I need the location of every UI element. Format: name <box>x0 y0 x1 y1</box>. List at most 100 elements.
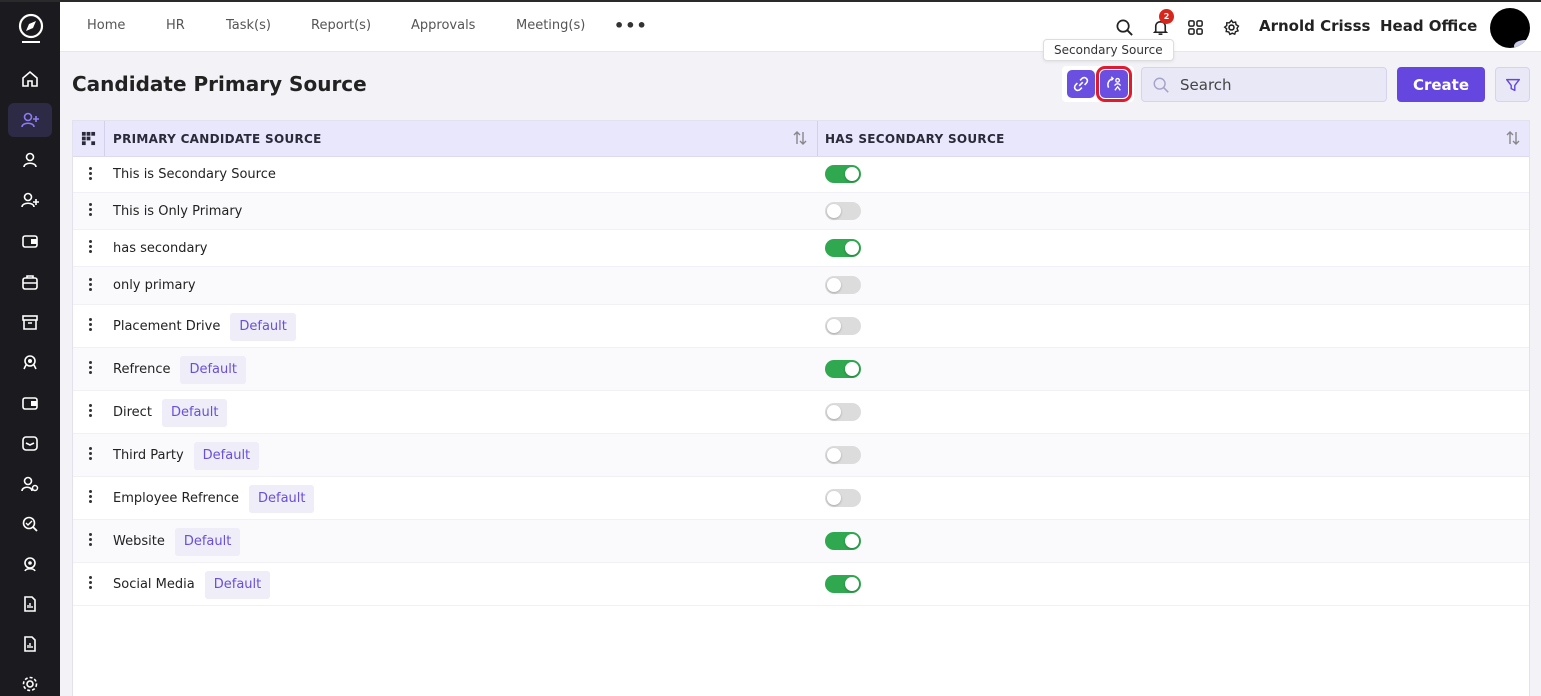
sidebar-document-icon[interactable] <box>8 627 52 661</box>
has-secondary-toggle[interactable] <box>825 165 861 183</box>
row-label: Placement Drive <box>113 318 221 334</box>
row-actions-icon[interactable] <box>85 275 95 293</box>
row-actions-icon[interactable] <box>85 531 95 549</box>
sidebar-search-user-icon[interactable] <box>8 507 52 541</box>
top-bar: Home HR Task(s) Report(s) Approvals Meet… <box>60 2 1541 52</box>
table-row[interactable]: Social Media Default <box>73 563 1529 606</box>
table-row[interactable]: Direct Default <box>73 391 1529 434</box>
table-row[interactable]: Placement Drive Default <box>73 305 1529 348</box>
table-row[interactable]: Refrence Default <box>73 348 1529 391</box>
app-logo-icon[interactable] <box>16 12 46 44</box>
has-secondary-toggle[interactable] <box>825 359 861 378</box>
create-button[interactable]: Create <box>1397 67 1485 102</box>
has-secondary-toggle[interactable] <box>825 574 861 593</box>
page-title: Candidate Primary Source <box>72 72 367 96</box>
default-badge: Default <box>193 441 260 470</box>
sidebar <box>0 2 60 696</box>
sidebar-user-settings-icon[interactable] <box>8 467 52 501</box>
has-secondary-toggle[interactable] <box>825 445 861 464</box>
column-settings-icon[interactable] <box>73 121 105 156</box>
row-actions-icon[interactable] <box>85 445 95 463</box>
default-badge: Default <box>230 312 296 341</box>
sidebar-settings-icon[interactable] <box>8 667 52 696</box>
sidebar-user-icon[interactable] <box>8 143 52 177</box>
row-label: only primary <box>113 278 196 293</box>
sidebar-add-user-icon[interactable] <box>8 183 52 217</box>
row-actions-icon[interactable] <box>85 316 95 334</box>
row-label: has secondary <box>113 240 208 256</box>
row-actions-icon[interactable] <box>85 238 95 256</box>
office-name[interactable]: Head Office <box>1380 17 1477 35</box>
nav-tasks[interactable]: Task(s) <box>226 18 271 33</box>
row-label: Employee Refrence <box>113 490 239 506</box>
table-row[interactable]: has secondary <box>73 230 1529 267</box>
sidebar-headset-icon[interactable] <box>8 547 52 581</box>
default-badge: Default <box>204 570 271 599</box>
table-row[interactable]: Website Default <box>73 520 1529 563</box>
search-icon[interactable] <box>1113 16 1135 38</box>
gear-icon[interactable] <box>1220 16 1242 38</box>
table-header: PRIMARY CANDIDATE SOURCE HAS SECONDARY S… <box>73 121 1529 157</box>
sidebar-archive-icon[interactable] <box>8 305 52 339</box>
row-actions-icon[interactable] <box>85 201 95 219</box>
has-secondary-toggle[interactable] <box>825 531 861 550</box>
column-header-has-secondary[interactable]: HAS SECONDARY SOURCE <box>825 132 1005 146</box>
secondary-source-button[interactable] <box>1096 66 1132 102</box>
table-row[interactable]: only primary <box>73 267 1529 305</box>
nav-more-icon[interactable]: ••• <box>614 16 648 35</box>
sidebar-award-icon[interactable] <box>8 345 52 379</box>
filter-icon <box>1505 78 1520 91</box>
table-row[interactable]: This is Only Primary <box>73 193 1529 230</box>
nav-meetings[interactable]: Meeting(s) <box>516 18 585 33</box>
default-badge: Default <box>174 527 241 556</box>
tooltip-secondary-source: Secondary Source <box>1043 39 1174 61</box>
default-badge: Default <box>248 484 315 513</box>
table-row[interactable]: This is Secondary Source <box>73 157 1529 193</box>
user-name[interactable]: Arnold Crisss <box>1259 17 1370 35</box>
row-label: Direct <box>113 404 152 420</box>
table-row[interactable]: Third Party Default <box>73 434 1529 477</box>
has-secondary-toggle[interactable] <box>825 402 861 421</box>
sidebar-report-icon[interactable] <box>8 587 52 621</box>
row-actions-icon[interactable] <box>85 164 95 182</box>
sort-icon[interactable] <box>792 130 808 146</box>
row-label: This is Secondary Source <box>113 167 276 182</box>
secondary-source-icon <box>1107 76 1121 91</box>
nav-home[interactable]: Home <box>87 18 125 33</box>
has-secondary-toggle[interactable] <box>825 238 861 257</box>
notification-badge: 2 <box>1159 9 1174 24</box>
row-label: Social Media <box>113 576 195 592</box>
has-secondary-toggle[interactable] <box>825 276 861 294</box>
row-actions-icon[interactable] <box>85 574 95 592</box>
has-secondary-toggle[interactable] <box>825 316 861 335</box>
search-input[interactable] <box>1180 68 1380 101</box>
sidebar-inbox-icon[interactable] <box>8 426 52 460</box>
sidebar-briefcase-icon[interactable] <box>8 265 52 299</box>
sort-icon[interactable] <box>1505 130 1521 146</box>
default-badge: Default <box>180 355 246 384</box>
sidebar-wallet-icon[interactable] <box>8 224 52 258</box>
row-actions-icon[interactable] <box>85 359 95 377</box>
nav-approvals[interactable]: Approvals <box>411 18 475 33</box>
row-label: Website <box>113 533 165 549</box>
link-source-button[interactable] <box>1067 70 1095 98</box>
row-actions-icon[interactable] <box>85 488 95 506</box>
table-row[interactable]: Employee Refrence Default <box>73 477 1529 520</box>
link-icon <box>1073 76 1089 92</box>
apps-grid-icon[interactable] <box>1184 16 1206 38</box>
row-actions-icon[interactable] <box>85 402 95 420</box>
has-secondary-toggle[interactable] <box>825 201 861 220</box>
row-label: Refrence <box>113 361 171 377</box>
sidebar-home-icon[interactable] <box>8 62 52 96</box>
filter-button[interactable] <box>1495 67 1530 102</box>
sidebar-card-icon[interactable] <box>8 386 52 420</box>
row-label: This is Only Primary <box>113 203 243 219</box>
data-table: PRIMARY CANDIDATE SOURCE HAS SECONDARY S… <box>72 120 1530 696</box>
nav-reports[interactable]: Report(s) <box>311 18 371 33</box>
has-secondary-toggle[interactable] <box>825 488 861 507</box>
search-box <box>1141 67 1387 102</box>
nav-hr[interactable]: HR <box>166 18 185 33</box>
sidebar-candidates-icon[interactable] <box>8 103 52 137</box>
column-header-primary-source[interactable]: PRIMARY CANDIDATE SOURCE <box>113 132 322 146</box>
avatar[interactable] <box>1490 8 1530 48</box>
